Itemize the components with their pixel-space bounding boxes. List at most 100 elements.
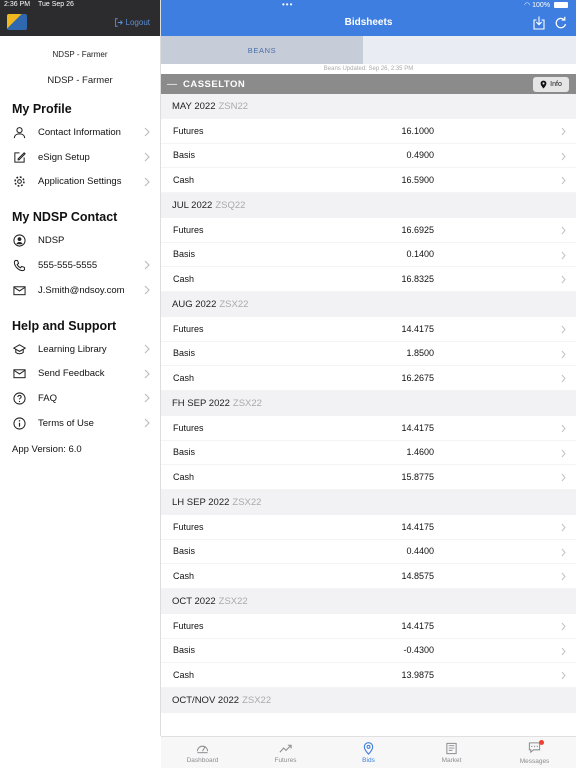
status-right: ◠ 100% <box>524 1 568 9</box>
menu-label: Application Settings <box>38 176 122 188</box>
chevron-right-icon <box>561 622 566 631</box>
menu-terms-of-use[interactable]: Terms of Use <box>0 411 160 436</box>
chevron-right-icon <box>561 275 566 284</box>
refresh-icon[interactable] <box>554 16 568 30</box>
row-label: Cash <box>173 670 195 681</box>
gear-icon <box>12 175 26 189</box>
chevron-right-icon <box>144 344 150 354</box>
multitask-dots[interactable]: ••• <box>282 0 293 9</box>
bid-row-futures[interactable]: Futures 16.1000 <box>161 119 576 144</box>
info-button[interactable]: Info <box>533 77 569 92</box>
row-value: 14.4175 <box>401 323 434 334</box>
question-icon <box>12 392 26 406</box>
row-value: 16.8325 <box>401 274 434 285</box>
bid-row-cash[interactable]: Cash 16.5900 <box>161 168 576 193</box>
bid-row-cash[interactable]: Cash 13.9875 <box>161 663 576 688</box>
contract-month-header: FH SEP 2022 ZSX22 <box>161 391 576 416</box>
chevron-right-icon <box>561 251 566 259</box>
row-value: 0.1400 <box>406 249 434 260</box>
bid-row-basis[interactable]: Basis 0.4400 <box>161 540 576 565</box>
bid-row-futures[interactable]: Futures14.4175 <box>161 614 576 639</box>
status-date: Tue Sep 26 <box>38 1 74 8</box>
menu-application-settings[interactable]: Application Settings <box>0 170 160 195</box>
row-value: 1.4600 <box>406 447 434 458</box>
location-header[interactable]: — CASSELTON Info <box>161 74 576 94</box>
chevron-right-icon <box>144 369 150 378</box>
contract-month: MAY 2022 <box>172 100 216 112</box>
row-label: Basis <box>173 546 196 557</box>
bottom-tab-bar: Dashboard Futures Bids Market Messages <box>161 736 576 768</box>
tab-label: Messages <box>519 757 550 765</box>
menu-label: 555-555-5555 <box>38 260 98 272</box>
chevron-right-icon <box>561 473 566 482</box>
contract-month-header: OCT/NOV 2022 ZSX22 <box>161 688 576 713</box>
menu-esign-setup[interactable]: eSign Setup <box>0 145 160 170</box>
tab-beans[interactable]: BEANS <box>161 36 363 64</box>
row-value: 0.4400 <box>406 546 434 557</box>
row-label: Basis <box>173 348 196 359</box>
row-value: 14.4175 <box>401 521 434 532</box>
download-icon[interactable] <box>532 16 546 30</box>
bid-row-futures[interactable]: Futures14.4175 <box>161 416 576 441</box>
bid-row-cash[interactable]: Cash 15.8775 <box>161 465 576 490</box>
chevron-right-icon <box>561 374 566 383</box>
menu-label: NDSP <box>38 235 65 247</box>
contract-month: FH SEP 2022 <box>172 397 230 409</box>
row-label: Basis <box>173 249 196 260</box>
menu-label: eSign Setup <box>38 151 90 163</box>
row-value: 14.8575 <box>401 571 434 582</box>
tab-dashboard[interactable]: Dashboard <box>161 737 244 768</box>
bid-row-futures[interactable]: Futures14.4175 <box>161 713 576 716</box>
bid-row-basis[interactable]: Basis 1.8500 <box>161 342 576 367</box>
chevron-right-icon <box>561 350 566 358</box>
menu-contact-phone[interactable]: 555-555-5555 <box>0 253 160 278</box>
chevron-right-icon <box>561 176 566 185</box>
tab-futures[interactable]: Futures <box>244 737 327 768</box>
bid-row-cash[interactable]: Cash 16.8325 <box>161 267 576 292</box>
person-icon <box>12 125 26 139</box>
contract-code: ZSX22 <box>219 298 249 310</box>
logout-button[interactable]: Logout <box>114 18 150 27</box>
menu-label: Terms of Use <box>38 418 94 430</box>
bid-row-basis[interactable]: Basis 1.4600 <box>161 441 576 466</box>
chevron-right-icon <box>561 424 566 433</box>
menu-contact-information[interactable]: Contact Information <box>0 120 160 145</box>
contract-code: ZSX22 <box>218 595 248 607</box>
tab-bids[interactable]: Bids <box>327 737 410 768</box>
row-value: 16.1000 <box>401 125 434 136</box>
row-value: 14.4175 <box>401 422 434 433</box>
bid-row-cash[interactable]: Cash 14.8575 <box>161 564 576 589</box>
tab-market[interactable]: Market <box>410 737 493 768</box>
location-name: CASSELTON <box>183 78 246 90</box>
collapse-icon[interactable]: — <box>167 79 177 90</box>
bid-row-basis[interactable]: Basis 0.1400 <box>161 243 576 268</box>
help-heading: Help and Support <box>12 318 117 333</box>
chevron-right-icon <box>144 393 150 403</box>
tab-messages[interactable]: Messages <box>493 737 576 768</box>
bid-row-futures[interactable]: Futures 14.4175 <box>161 317 576 342</box>
logout-label: Logout <box>125 18 150 27</box>
bid-row-basis[interactable]: Basis 0.4900 <box>161 144 576 169</box>
chevron-right-icon <box>561 523 566 532</box>
chevron-right-icon <box>561 548 566 556</box>
menu-learning-library[interactable]: Learning Library <box>0 337 160 362</box>
tab-other[interactable] <box>363 36 576 64</box>
bid-row-futures[interactable]: Futures14.4175 <box>161 515 576 540</box>
menu-faq[interactable]: FAQ <box>0 386 160 411</box>
menu-contact-email[interactable]: J.Smith@ndsoy.com <box>0 278 160 303</box>
bid-row-cash[interactable]: Cash 16.2675 <box>161 366 576 391</box>
row-value: 15.8775 <box>401 472 434 483</box>
row-value: 14.4175 <box>401 620 434 631</box>
contract-month-header: AUG 2022 ZSX22 <box>161 292 576 317</box>
bid-row-basis[interactable]: Basis -0.4300 <box>161 639 576 664</box>
contract-code: ZSQ22 <box>215 199 246 211</box>
bid-list: MAY 2022 ZSN22 Futures 16.1000 Basis 0.4900 Ca… <box>161 94 576 716</box>
chevron-right-icon <box>561 572 566 581</box>
menu-send-feedback[interactable]: Send Feedback <box>0 362 160 387</box>
bid-row-futures[interactable]: Futures 16.6925 <box>161 218 576 243</box>
battery-icon <box>554 2 568 8</box>
row-label: Futures <box>173 323 204 334</box>
mail-icon <box>12 283 26 297</box>
row-label: Futures <box>173 224 204 235</box>
logout-icon <box>114 18 123 27</box>
